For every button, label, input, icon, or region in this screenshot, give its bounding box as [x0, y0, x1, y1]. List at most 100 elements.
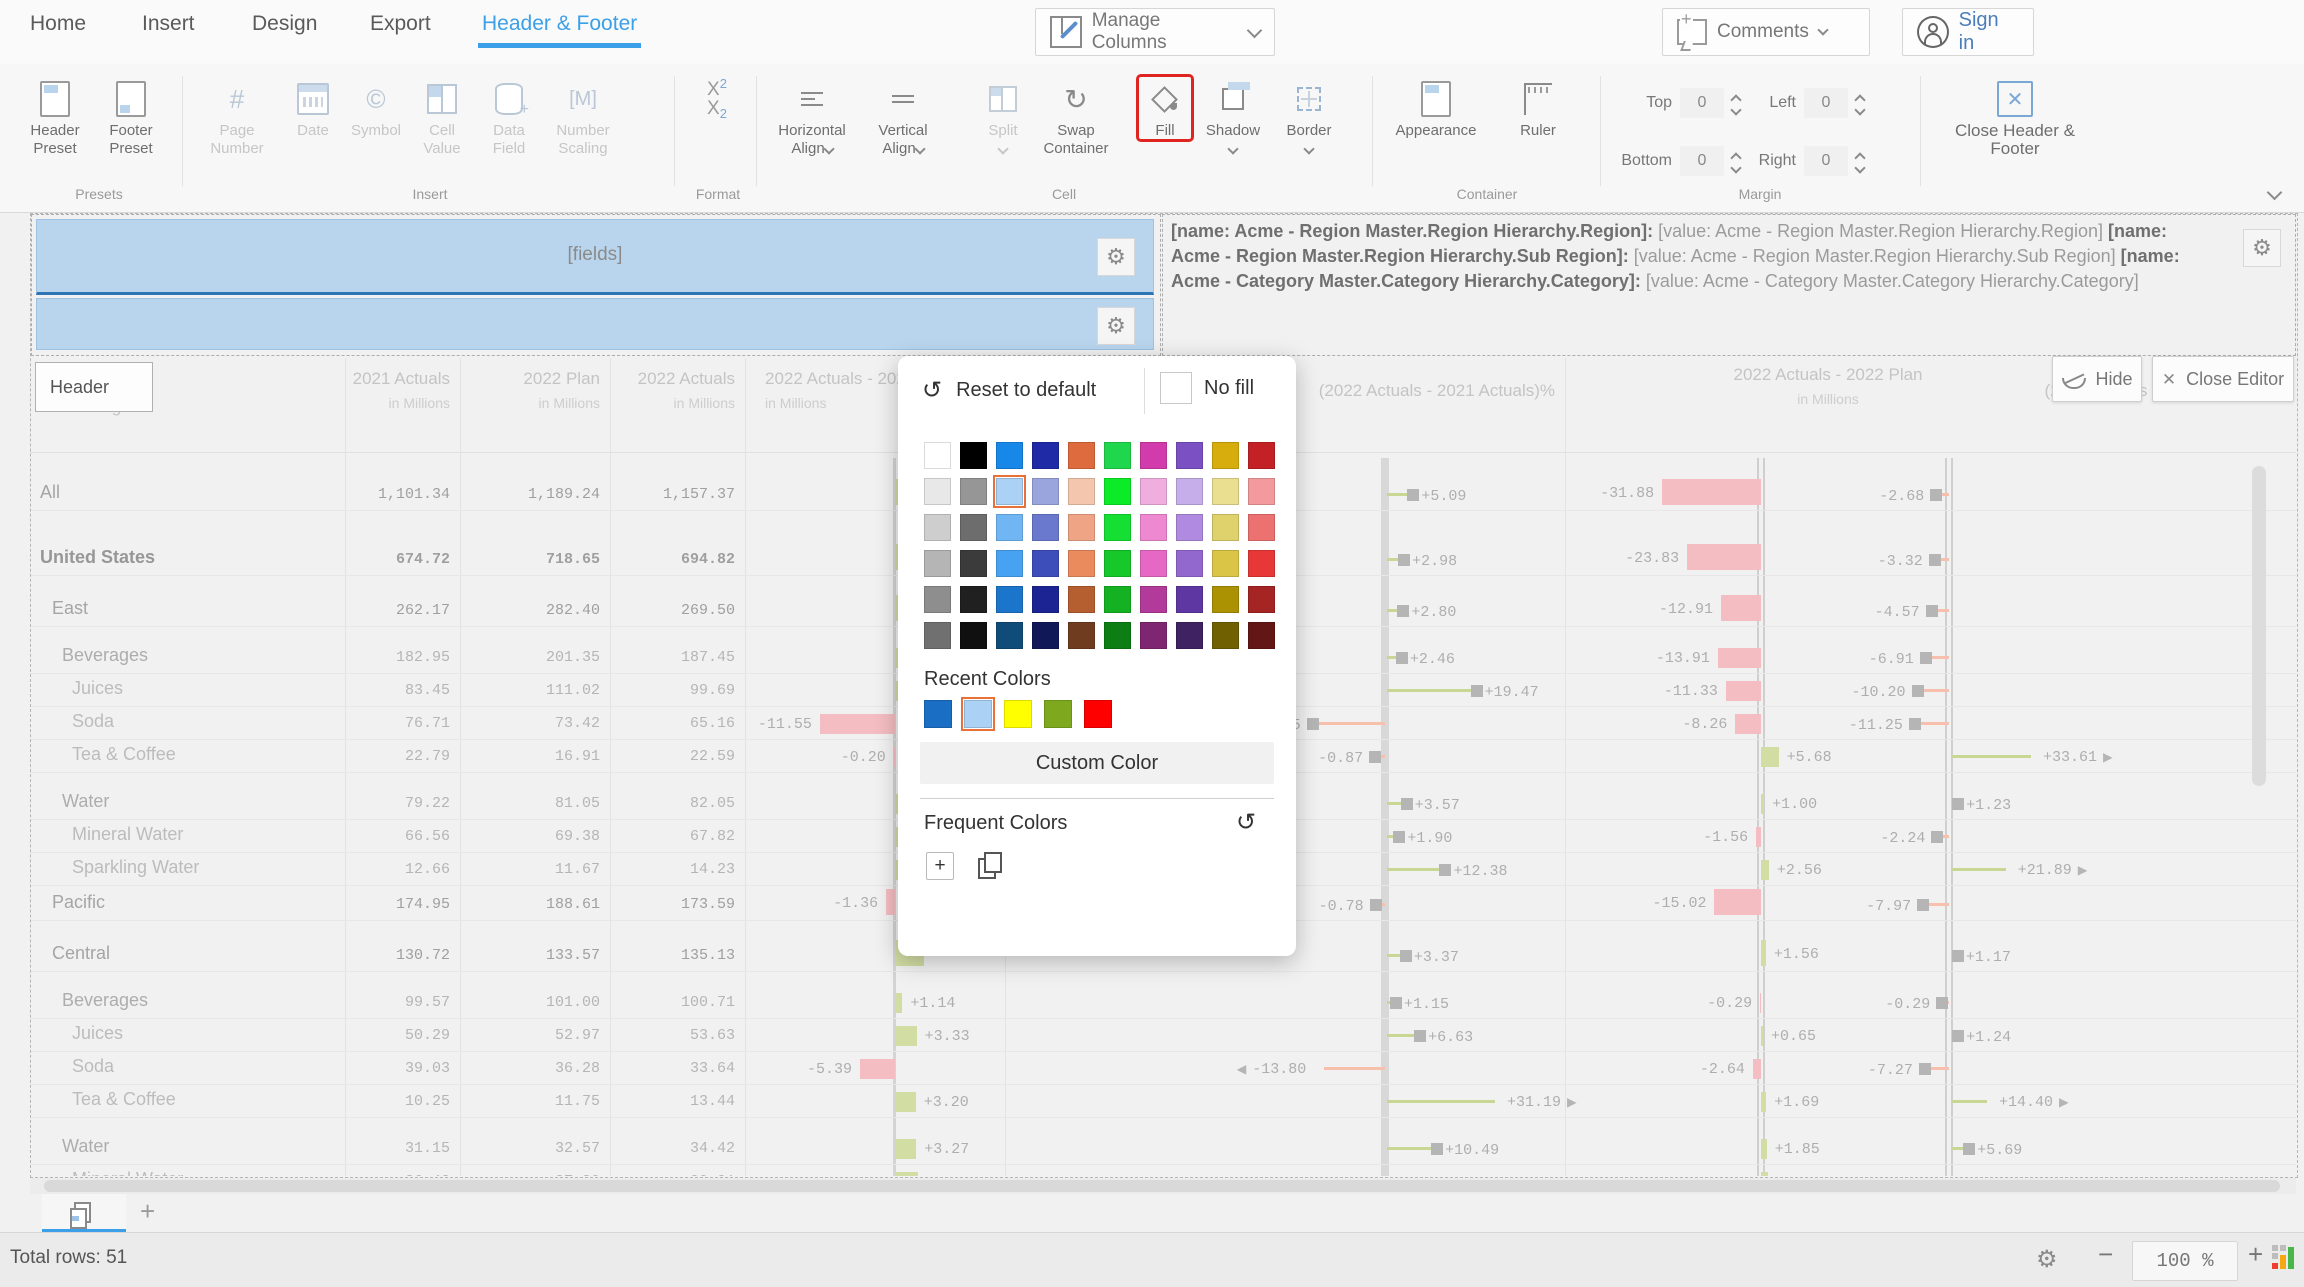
- palette-swatch[interactable]: [1068, 442, 1095, 469]
- recent-color-swatch[interactable]: [924, 700, 952, 728]
- tab-insert[interactable]: Insert: [142, 12, 195, 36]
- palette-swatch[interactable]: [1212, 622, 1239, 649]
- palette-swatch[interactable]: [1248, 622, 1275, 649]
- tab-design[interactable]: Design: [252, 12, 317, 36]
- palette-swatch[interactable]: [1176, 514, 1203, 541]
- superscript-subscript-button[interactable]: [692, 76, 742, 122]
- bindings-settings-gear-icon[interactable]: [2243, 229, 2281, 267]
- palette-swatch[interactable]: [1176, 622, 1203, 649]
- palette-swatch[interactable]: [1032, 622, 1059, 649]
- ruler-button[interactable]: Ruler: [1510, 76, 1566, 140]
- palette-swatch[interactable]: [1032, 586, 1059, 613]
- shadow-button[interactable]: Shadow: [1200, 76, 1266, 158]
- zoom-out-button[interactable]: −: [2098, 1239, 2113, 1270]
- palette-swatch[interactable]: [1068, 622, 1095, 649]
- recent-color-swatch[interactable]: [1044, 700, 1072, 728]
- header-row-1[interactable]: [fields]: [36, 219, 1154, 295]
- collapse-ribbon-icon[interactable]: [2267, 185, 2283, 201]
- column-header-2022-plan[interactable]: 2022 Planin Millions: [450, 368, 600, 414]
- palette-swatch[interactable]: [1032, 442, 1059, 469]
- palette-swatch[interactable]: [996, 478, 1023, 505]
- palette-swatch[interactable]: [1032, 478, 1059, 505]
- margin-right-stepper[interactable]: [1856, 150, 1864, 172]
- hide-button[interactable]: Hide: [2052, 356, 2142, 402]
- palette-swatch[interactable]: [960, 442, 987, 469]
- manage-columns-button[interactable]: Manage Columns: [1035, 8, 1275, 56]
- refresh-frequent-icon[interactable]: [1236, 808, 1256, 837]
- palette-swatch[interactable]: [924, 442, 951, 469]
- add-frequent-color-button[interactable]: +: [926, 852, 954, 880]
- palette-swatch[interactable]: [1140, 442, 1167, 469]
- comments-button[interactable]: Comments: [1662, 8, 1870, 56]
- palette-swatch[interactable]: [1068, 586, 1095, 613]
- header-preset-button[interactable]: Header Preset: [20, 76, 90, 158]
- close-editor-button[interactable]: Close Editor: [2152, 356, 2294, 402]
- palette-swatch[interactable]: [1212, 478, 1239, 505]
- palette-swatch[interactable]: [960, 586, 987, 613]
- no-fill-button[interactable]: No fill: [1160, 372, 1254, 404]
- palette-swatch[interactable]: [1104, 622, 1131, 649]
- palette-swatch[interactable]: [996, 514, 1023, 541]
- header-bindings-zone[interactable]: [name: Acme - Region Master.Region Hiera…: [1162, 214, 2296, 356]
- palette-swatch[interactable]: [960, 514, 987, 541]
- tab-header-footer[interactable]: Header & Footer: [482, 12, 637, 36]
- reset-to-default-button[interactable]: Reset to default: [922, 376, 1096, 405]
- palette-swatch[interactable]: [1212, 442, 1239, 469]
- palette-swatch[interactable]: [1068, 514, 1095, 541]
- palette-swatch[interactable]: [1248, 442, 1275, 469]
- palette-swatch[interactable]: [924, 622, 951, 649]
- row1-settings-gear-icon[interactable]: [1097, 238, 1135, 276]
- palette-swatch[interactable]: [1176, 586, 1203, 613]
- tab-export[interactable]: Export: [370, 12, 431, 36]
- palette-swatch[interactable]: [1248, 550, 1275, 577]
- recent-color-swatch[interactable]: [1004, 700, 1032, 728]
- palette-swatch[interactable]: [1068, 478, 1095, 505]
- close-header-footer-button[interactable]: Close Header & Footer: [1940, 76, 2090, 158]
- vertical-scrollbar[interactable]: [2252, 466, 2266, 786]
- header-fields-dropzone[interactable]: [fields]: [31, 214, 1161, 356]
- margin-right-field[interactable]: 0: [1804, 146, 1848, 176]
- column-header-2021-actuals[interactable]: 2021 Actualsin Millions: [300, 368, 450, 414]
- margin-bottom-field[interactable]: 0: [1680, 146, 1724, 176]
- margin-left-stepper[interactable]: [1856, 92, 1864, 114]
- horizontal-align-button[interactable]: Horizontal Align: [766, 76, 858, 158]
- palette-swatch[interactable]: [924, 478, 951, 505]
- palette-swatch[interactable]: [1104, 478, 1131, 505]
- appearance-button[interactable]: Appearance: [1386, 76, 1486, 140]
- palette-swatch[interactable]: [1140, 478, 1167, 505]
- palette-swatch[interactable]: [1104, 550, 1131, 577]
- palette-swatch[interactable]: [1248, 586, 1275, 613]
- custom-color-button[interactable]: Custom Color: [920, 742, 1274, 784]
- horizontal-scrollbar[interactable]: [44, 1180, 2280, 1192]
- palette-swatch[interactable]: [1104, 442, 1131, 469]
- zoom-level-field[interactable]: 100 %: [2132, 1241, 2238, 1281]
- palette-swatch[interactable]: [996, 442, 1023, 469]
- palette-swatch[interactable]: [1248, 478, 1275, 505]
- palette-swatch[interactable]: [1140, 514, 1167, 541]
- palette-swatch[interactable]: [1176, 550, 1203, 577]
- fill-button[interactable]: Fill: [1138, 76, 1192, 140]
- zoom-in-button[interactable]: +: [2248, 1239, 2263, 1270]
- header-row-2[interactable]: [36, 298, 1154, 350]
- palette-swatch[interactable]: [1248, 514, 1275, 541]
- palette-swatch[interactable]: [1032, 514, 1059, 541]
- footer-preset-button[interactable]: Footer Preset: [96, 76, 166, 158]
- palette-swatch[interactable]: [996, 550, 1023, 577]
- palette-swatch[interactable]: [960, 550, 987, 577]
- palette-swatch[interactable]: [1212, 514, 1239, 541]
- margin-bottom-stepper[interactable]: [1732, 150, 1740, 172]
- recent-color-swatch[interactable]: [964, 700, 992, 728]
- vertical-align-button[interactable]: Vertical Align: [866, 76, 940, 158]
- copy-color-icon[interactable]: [978, 858, 996, 879]
- palette-swatch[interactable]: [924, 586, 951, 613]
- swap-container-button[interactable]: Swap Container: [1034, 76, 1118, 158]
- add-sheet-button[interactable]: +: [140, 1196, 155, 1227]
- margin-top-field[interactable]: 0: [1680, 88, 1724, 118]
- sheet-tab-active[interactable]: [42, 1194, 126, 1232]
- margin-left-field[interactable]: 0: [1804, 88, 1848, 118]
- palette-swatch[interactable]: [960, 622, 987, 649]
- column-header-2022-actuals[interactable]: 2022 Actualsin Millions: [585, 368, 735, 414]
- palette-swatch[interactable]: [996, 586, 1023, 613]
- palette-swatch[interactable]: [1176, 442, 1203, 469]
- palette-swatch[interactable]: [1140, 586, 1167, 613]
